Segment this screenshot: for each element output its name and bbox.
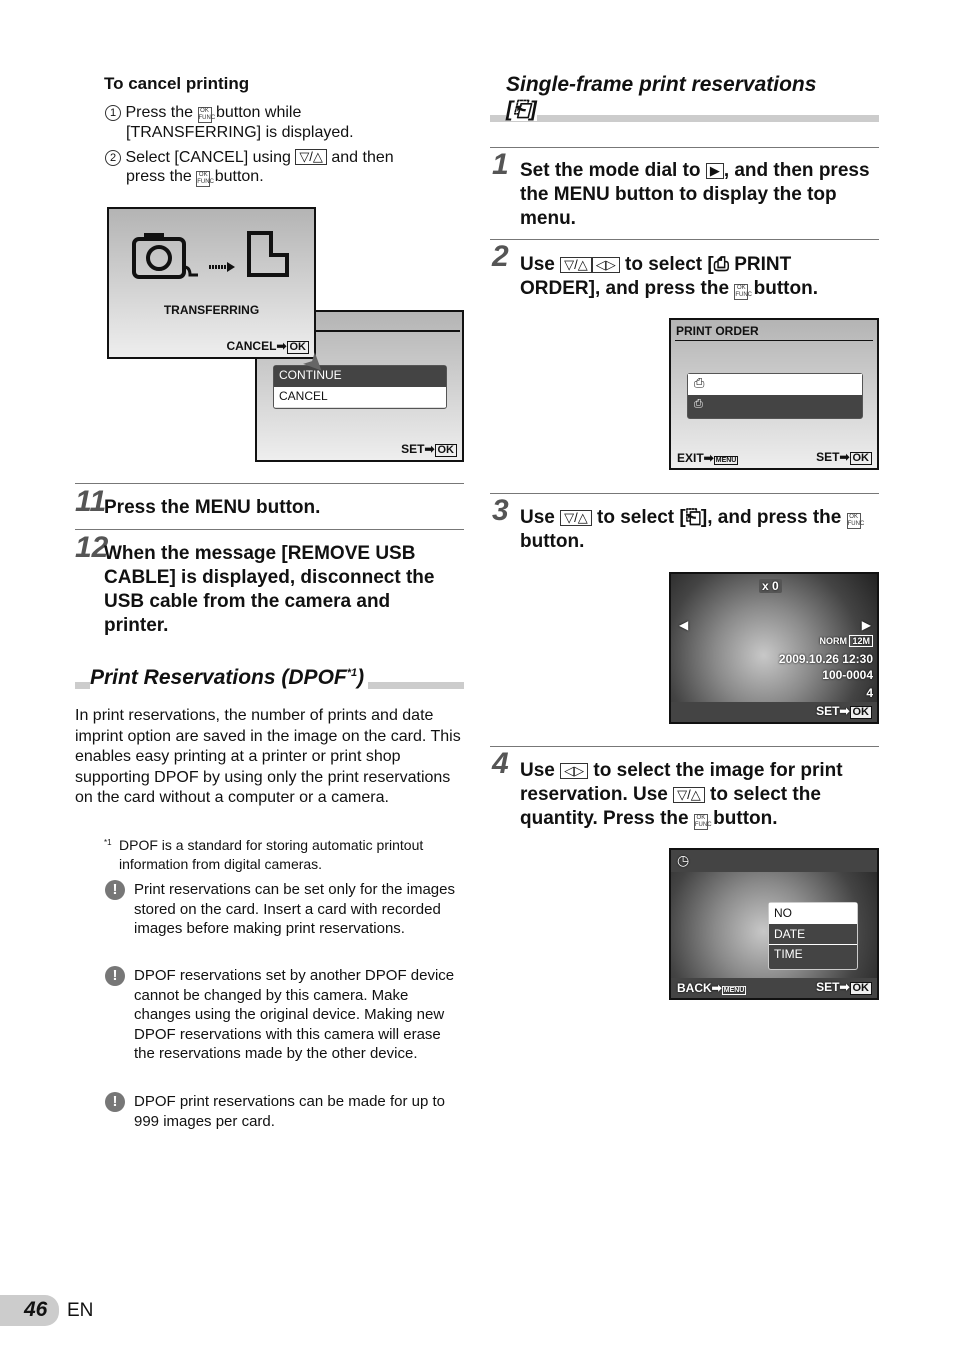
option-time[interactable]: TIME bbox=[769, 945, 857, 963]
step-12-text: When the message [REMOVE USB CABLE] is d… bbox=[104, 543, 435, 636]
step-2-text: Use ▽/△ ◁▷ to select [⎙ PRINT ORDER], and… bbox=[520, 254, 818, 300]
print-count: x 0 bbox=[759, 579, 782, 593]
step-1-text: Set the mode dial to ▶, and then press t… bbox=[520, 160, 870, 229]
left-arrow-icon[interactable]: ◀ bbox=[679, 618, 688, 632]
option-date[interactable]: DATE bbox=[769, 924, 857, 945]
ok-func-button-icon: OK FUNC bbox=[693, 814, 712, 830]
clock-icon: ◷ bbox=[677, 852, 690, 868]
up-down-arrow-icon: ▽/△ bbox=[673, 787, 705, 803]
transferring-screen: TRANSFERRING CANCEL➡ OK bbox=[107, 207, 316, 359]
menu-item-cancel[interactable]: CANCEL bbox=[274, 387, 446, 407]
note-3: ! DPOF print reservations can be made for… bbox=[105, 1092, 465, 1131]
up-down-arrow-icon: ▽/△ bbox=[295, 149, 327, 165]
image-select-screen: x 0 ◀ ▶ NORM 12M 2009.10.26 12:30 100-00… bbox=[669, 572, 879, 724]
number-1-icon: 1 bbox=[105, 105, 121, 121]
dpof-body: In print reservations, the number of pri… bbox=[75, 707, 461, 806]
footnote: DPOF is a standard for storing automatic… bbox=[119, 837, 424, 872]
up-down-arrow-icon: ▽/△ bbox=[560, 257, 592, 273]
menu-item-single-print[interactable]: ⎙ bbox=[688, 374, 862, 395]
caution-icon: ! bbox=[105, 1092, 125, 1112]
section-title-dpof: Print Reservations (DPOF*1) bbox=[90, 666, 369, 690]
section-title-single-frame: Single-frame print reservations [⎗] bbox=[506, 73, 817, 121]
left-right-arrow-icon: ◁▷ bbox=[591, 257, 620, 273]
ok-func-button-icon: OK FUNC bbox=[197, 107, 216, 123]
print-icon: ⎙ bbox=[713, 254, 729, 275]
right-arrow-icon[interactable]: ▶ bbox=[862, 618, 871, 632]
camera-to-printer-icon bbox=[132, 231, 289, 279]
cancel-title: To cancel printing bbox=[104, 74, 250, 93]
menu-item-all-print[interactable]: ⎙ bbox=[688, 395, 862, 414]
playback-icon: ▶ bbox=[705, 163, 724, 179]
up-down-arrow-icon: ▽/△ bbox=[560, 510, 592, 526]
cancel-step-1: 1 Press the OK FUNC button while [TRANSFE… bbox=[105, 103, 465, 142]
page-number: 46 bbox=[24, 1298, 48, 1321]
print-order-screen: PRINT ORDER ⎙ ⎙ EXIT➡ MENU SET➡ OK bbox=[669, 318, 879, 470]
caution-icon: ! bbox=[105, 880, 125, 900]
option-no[interactable]: NO bbox=[769, 903, 857, 924]
cancel-step-2: 2 Select [CANCEL] using ▽/△ and then pre… bbox=[105, 148, 465, 187]
step-4-text: Use ◁▷ to select the image for print res… bbox=[520, 760, 843, 830]
language-label: EN bbox=[67, 1300, 94, 1321]
number-2-icon: 2 bbox=[105, 150, 121, 166]
date-imprint-screen: ◷ NO DATE TIME BACK➡ MENU SET➡ OK bbox=[669, 848, 879, 1000]
left-right-arrow-icon: ◁▷ bbox=[560, 763, 589, 779]
step-11-text: Press the MENU button. bbox=[104, 497, 321, 518]
note-2: ! DPOF reservations set by another DPOF d… bbox=[105, 966, 465, 1064]
step-3-text: Use ▽/△ to select [⎗], and press the OK F… bbox=[520, 507, 865, 552]
caution-icon: ! bbox=[105, 966, 125, 986]
ok-func-button-icon: OK FUNC bbox=[196, 171, 214, 187]
note-1: ! Print reservations can be set only for … bbox=[105, 880, 465, 939]
ok-func-button-icon: OK FUNC bbox=[734, 284, 752, 300]
ok-func-button-icon: OK FUNC bbox=[846, 513, 865, 529]
